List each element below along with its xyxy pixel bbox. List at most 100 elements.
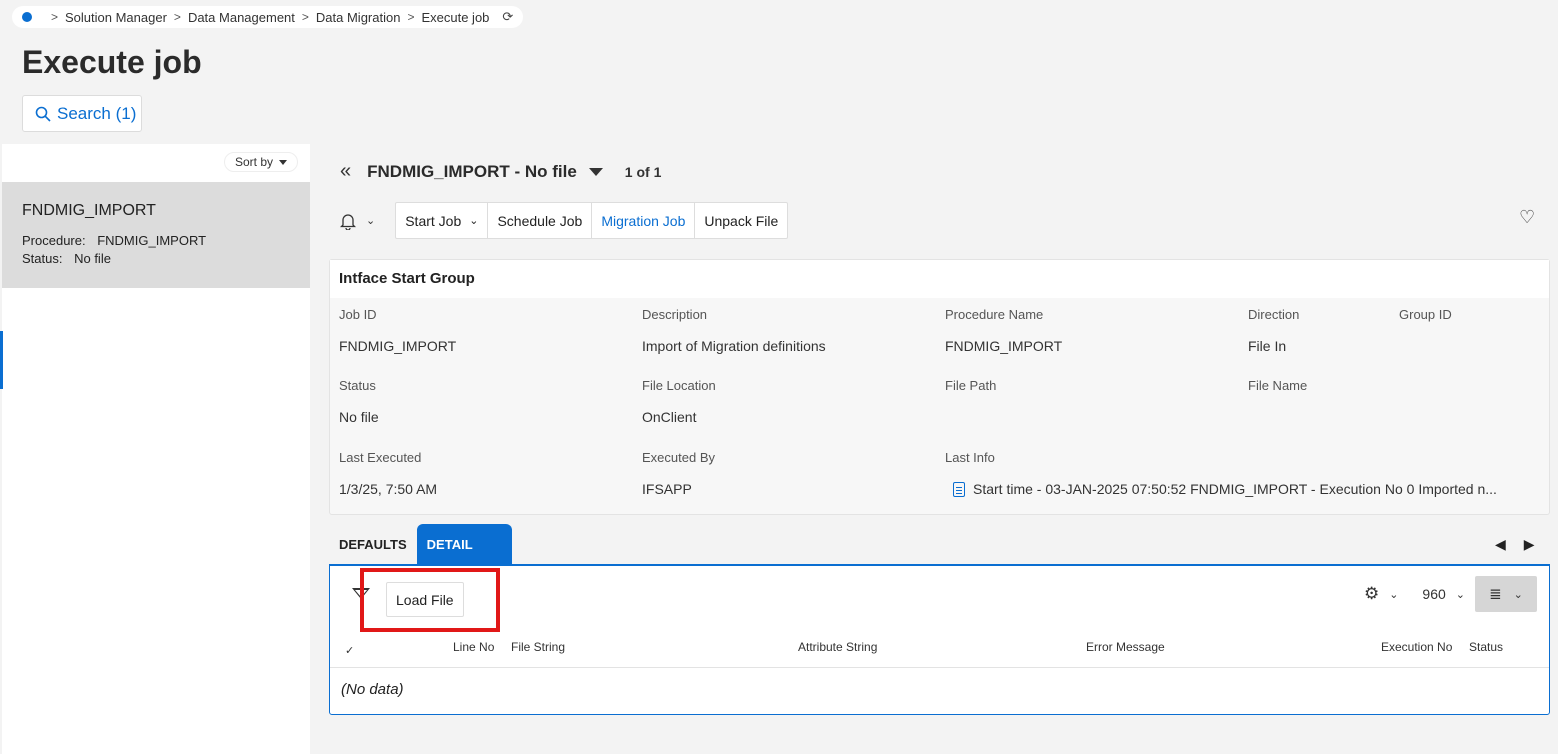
migration-job-button[interactable]: Migration Job: [592, 203, 696, 238]
chevron-down-icon[interactable]: ⌄: [1456, 588, 1465, 601]
field-procedure-name: Procedure Name FNDMIG_IMPORT: [945, 307, 1062, 354]
field-label: Job ID: [339, 307, 377, 322]
toolbar-button-group: Start Job ⌄ Schedule Job Migration Job Un…: [395, 202, 789, 239]
last-info-text: Start time - 03-JAN-2025 07:50:52 FNDMIG…: [973, 481, 1497, 497]
record-header: « FNDMIG_IMPORT - No file 1 of 1: [340, 160, 661, 183]
field-direction: Direction File In: [1248, 307, 1299, 354]
sort-by-button[interactable]: Sort by: [223, 152, 298, 172]
unpack-file-button[interactable]: Unpack File: [695, 203, 787, 238]
list-item[interactable]: FNDMIG_IMPORT Procedure: FNDMIG_IMPORT S…: [2, 182, 310, 288]
search-button-label: Search (1): [57, 103, 137, 123]
field-value: OnClient: [642, 409, 697, 425]
document-icon: [953, 481, 965, 497]
active-indicator: [0, 331, 3, 389]
chevron-down-icon[interactable]: ⌄: [1389, 588, 1398, 601]
intface-start-group-card: Intface Start Group Job ID FNDMIG_IMPORT…: [329, 259, 1550, 515]
breadcrumb-item-execute-job: Execute job: [421, 9, 490, 25]
chevron-down-icon: ⌄: [469, 215, 479, 227]
column-header-attribute-string[interactable]: Attribute String: [798, 640, 877, 654]
record-count: 1 of 1: [624, 163, 662, 180]
gear-icon[interactable]: ⚙: [1364, 584, 1379, 604]
breadcrumb-item-data-management[interactable]: Data Management: [188, 10, 295, 25]
caret-down-icon: [279, 160, 287, 166]
page-title: Execute job: [22, 44, 202, 80]
caret-right-icon[interactable]: ▶: [1524, 536, 1535, 553]
caret-left-icon[interactable]: ◀: [1495, 536, 1506, 553]
home-dot-icon[interactable]: [22, 12, 32, 22]
column-header-error-message[interactable]: Error Message: [1086, 640, 1165, 654]
chevron-right-icon: >: [173, 10, 181, 24]
field-status: Status No file: [339, 378, 379, 425]
field-file-name: File Name: [1248, 378, 1307, 409]
column-header-execution-no[interactable]: Execution No: [1381, 640, 1452, 654]
field-group-id: Group ID: [1399, 307, 1452, 338]
tab-detail[interactable]: DETAIL: [416, 524, 512, 565]
field-value: No file: [339, 409, 379, 425]
field-job-id: Job ID FNDMIG_IMPORT: [339, 307, 456, 354]
chevron-right-icon: >: [51, 10, 59, 24]
empty-table-message: (No data): [341, 681, 404, 698]
schedule-job-button[interactable]: Schedule Job: [488, 203, 593, 238]
breadcrumb: > Solution Manager > Data Management > D…: [12, 6, 524, 28]
favorite-heart-icon[interactable]: ♡: [1519, 207, 1535, 228]
select-all-check-icon[interactable]: ✓: [345, 644, 354, 657]
breadcrumb-item-data-migration[interactable]: Data Migration: [316, 10, 401, 25]
field-last-info: Last Info Start time - 03-JAN-2025 07:50…: [945, 450, 1543, 497]
search-icon: [35, 106, 51, 122]
field-label: Procedure Name: [945, 307, 1044, 322]
page-size-value[interactable]: 960: [1422, 586, 1445, 602]
chevron-down-icon: ⌄: [366, 215, 376, 227]
breadcrumb-item-solution-manager[interactable]: Solution Manager: [65, 10, 167, 25]
field-value: File In: [1248, 338, 1287, 354]
chevron-right-icon: >: [407, 10, 415, 24]
field-label: File Name: [1248, 378, 1308, 393]
record-title: FNDMIG_IMPORT - No file: [367, 161, 577, 181]
tab-bar: DEFAULTS DETAIL: [329, 524, 512, 565]
highlight-box: [360, 568, 500, 632]
notifications-button[interactable]: ⌄: [340, 212, 375, 230]
start-job-button[interactable]: Start Job ⌄: [396, 203, 489, 238]
list-item-title: FNDMIG_IMPORT: [22, 202, 156, 219]
tab-scroll-arrows: ◀ ▶: [1495, 536, 1535, 553]
tab-defaults[interactable]: DEFAULTS: [329, 524, 417, 565]
refresh-icon[interactable]: ⟳: [502, 9, 513, 25]
collapse-panel-icon[interactable]: «: [340, 160, 351, 183]
field-label: Group ID: [1399, 307, 1452, 322]
field-value: Import of Migration definitions: [642, 338, 826, 354]
field-value: FNDMIG_IMPORT: [339, 338, 457, 354]
field-label: Direction: [1248, 307, 1300, 322]
procedure-value: FNDMIG_IMPORT: [97, 233, 207, 248]
field-label: Last Info: [945, 450, 995, 465]
view-mode-button[interactable]: ≣ ⌄: [1475, 576, 1537, 612]
field-label: Status: [339, 378, 376, 393]
sort-by-label: Sort by: [234, 155, 273, 169]
record-selector-caret-icon[interactable]: [588, 167, 603, 176]
field-value: IFSAPP: [642, 481, 692, 497]
field-value[interactable]: Start time - 03-JAN-2025 07:50:52 FNDMIG…: [953, 481, 1543, 497]
list-item-procedure: Procedure: FNDMIG_IMPORT: [22, 232, 290, 250]
column-header-line-no[interactable]: Line No: [453, 640, 494, 654]
procedure-label: Procedure:: [22, 233, 86, 248]
field-value: FNDMIG_IMPORT: [945, 338, 1063, 354]
list-view-icon: ≣: [1489, 586, 1502, 603]
field-description: Description Import of Migration definiti…: [642, 307, 826, 354]
field-label: File Location: [642, 378, 716, 393]
column-header-file-string[interactable]: File String: [511, 640, 565, 654]
column-header-status[interactable]: Status: [1469, 640, 1503, 654]
status-value: No file: [74, 251, 111, 266]
chevron-down-icon: ⌄: [1513, 588, 1523, 601]
field-label: Executed By: [642, 450, 715, 465]
field-last-executed: Last Executed 1/3/25, 7:50 AM: [339, 450, 437, 497]
status-label: Status:: [22, 251, 63, 266]
field-label: Description: [642, 307, 708, 322]
field-executed-by: Executed By IFSAPP: [642, 450, 715, 497]
start-job-label: Start Job: [405, 212, 462, 229]
bell-icon: [340, 213, 356, 230]
field-value: 1/3/25, 7:50 AM: [339, 481, 438, 497]
field-label: File Path: [945, 378, 997, 393]
search-button[interactable]: Search (1): [22, 95, 142, 132]
header-divider: [330, 667, 1549, 668]
list-item-status: Status: No file: [22, 250, 290, 268]
table-tools: ⚙ ⌄ 960 ⌄ ≣ ⌄: [1364, 576, 1537, 612]
detail-table-panel: Load File ⚙ ⌄ 960 ⌄ ≣ ⌄ ✓ Line No File S…: [329, 564, 1550, 715]
